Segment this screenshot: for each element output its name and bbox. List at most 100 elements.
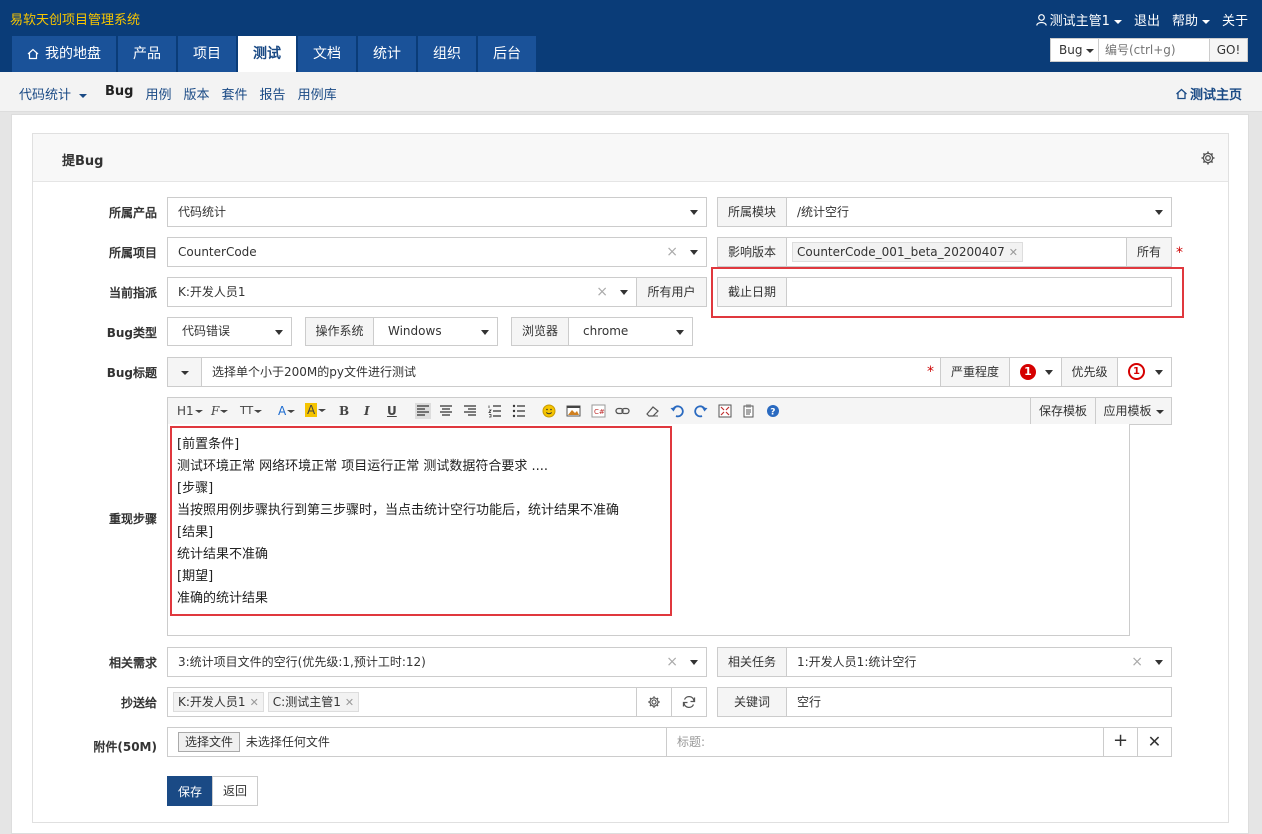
severity-select[interactable]: 1	[1009, 357, 1062, 387]
eraser-icon[interactable]	[645, 404, 660, 418]
remove-tag-icon[interactable]: ✕	[250, 696, 259, 709]
search-go-button[interactable]: GO!	[1209, 39, 1247, 61]
type-select[interactable]: 代码错误	[167, 317, 292, 346]
chevron-down-icon	[620, 290, 628, 295]
tab-my[interactable]: 我的地盘	[12, 36, 116, 72]
refresh-icon	[682, 695, 696, 709]
subnav-suite[interactable]: 套件	[222, 84, 248, 103]
clear-icon[interactable]: ×	[666, 648, 678, 676]
file-title-input[interactable]: 标题:	[666, 727, 1104, 757]
test-home-link[interactable]: 测试主页	[1175, 84, 1242, 103]
assign-label: 当前指派	[108, 286, 157, 300]
build-select[interactable]: CounterCode_001_beta_20200407 ✕	[786, 237, 1127, 267]
refresh-contacts-button[interactable]	[671, 687, 707, 717]
heading-button[interactable]: H1	[177, 404, 203, 418]
module-select[interactable]: /统计空行	[786, 197, 1172, 227]
font-family-button[interactable]: F	[211, 404, 229, 418]
all-users-button[interactable]: 所有用户	[636, 277, 707, 307]
clear-icon[interactable]: ×	[666, 238, 678, 266]
undo-icon[interactable]	[670, 404, 684, 418]
contacts-settings-button[interactable]	[636, 687, 672, 717]
help-menu[interactable]: 帮助	[1172, 10, 1210, 29]
chevron-down-icon	[676, 330, 684, 335]
story-select[interactable]: 3:统计项目文件的空行(优先级:1,预计工时:12) ×	[167, 647, 707, 677]
ordered-list-icon[interactable]	[488, 404, 502, 418]
tab-product[interactable]: 产品	[118, 36, 176, 72]
clear-icon[interactable]: ×	[596, 278, 608, 306]
all-builds-button[interactable]: 所有	[1126, 237, 1172, 267]
search-type-select[interactable]: Bug	[1051, 39, 1099, 61]
chevron-down-icon	[287, 410, 296, 413]
align-left-icon[interactable]	[415, 403, 431, 419]
align-right-icon[interactable]	[463, 404, 477, 418]
emoji-icon[interactable]	[542, 404, 556, 418]
tab-company[interactable]: 组织	[418, 36, 476, 72]
code-icon[interactable]: C#	[591, 404, 606, 418]
priority-badge: 1	[1128, 363, 1145, 380]
add-file-button[interactable]: +	[1103, 727, 1138, 757]
title-input[interactable]: 选择单个小于200M的py文件进行测试 *	[201, 357, 941, 387]
task-select[interactable]: 1:开发人员1:统计空行 ×	[786, 647, 1172, 677]
keywords-label: 关键词	[717, 687, 787, 717]
sub-nav-items: 代码统计 Bug 用例 版本 套件 报告 用例库	[19, 84, 337, 103]
underline-button[interactable]: U	[387, 404, 397, 418]
subnav-version[interactable]: 版本	[184, 84, 210, 103]
font-size-button[interactable]: TT	[240, 404, 263, 417]
keywords-input[interactable]: 空行	[786, 687, 1172, 717]
page-title: 提Bug	[62, 154, 104, 169]
save-button[interactable]: 保存	[167, 776, 213, 806]
gear-icon[interactable]	[1200, 150, 1216, 166]
remove-tag-icon[interactable]: ✕	[345, 696, 354, 709]
file-input: 选择文件 未选择任何文件	[167, 727, 667, 757]
product-switcher[interactable]: 代码统计	[19, 84, 88, 103]
align-center-icon[interactable]	[439, 404, 453, 418]
search-input[interactable]	[1099, 39, 1209, 61]
browser-select[interactable]: chrome	[568, 317, 693, 346]
choose-file-button[interactable]: 选择文件	[178, 732, 241, 752]
fullscreen-icon[interactable]	[718, 404, 732, 418]
project-select[interactable]: CounterCode ×	[167, 237, 707, 267]
chevron-down-icon	[690, 660, 698, 665]
font-color-icon[interactable]: A	[278, 404, 296, 418]
chevron-down-icon	[275, 330, 283, 335]
about-link[interactable]: 关于	[1222, 10, 1248, 29]
back-button[interactable]: 返回	[212, 776, 258, 806]
tab-doc[interactable]: 文档	[298, 36, 356, 72]
assign-select[interactable]: K:开发人员1 ×	[167, 277, 637, 307]
priority-select[interactable]: 1	[1117, 357, 1172, 387]
os-select[interactable]: Windows	[373, 317, 498, 346]
module-label: 所属模块	[717, 197, 787, 227]
remove-file-button[interactable]: ✕	[1137, 727, 1172, 757]
clear-icon[interactable]: ×	[1131, 648, 1143, 676]
chevron-down-icon	[690, 250, 698, 255]
paste-icon[interactable]	[742, 404, 756, 418]
link-icon[interactable]	[615, 404, 630, 418]
user-menu[interactable]: 测试主管1	[1035, 10, 1122, 29]
highlight-box-steps	[170, 426, 672, 616]
svg-text:?: ?	[770, 408, 775, 418]
redo-icon[interactable]	[694, 404, 708, 418]
italic-button[interactable]: I	[364, 404, 370, 418]
subnav-case[interactable]: 用例	[146, 84, 172, 103]
subnav-report[interactable]: 报告	[260, 84, 286, 103]
subnav-caselib[interactable]: 用例库	[298, 84, 337, 103]
remove-tag-icon[interactable]: ✕	[1009, 246, 1018, 259]
image-icon[interactable]	[566, 404, 581, 418]
required-mark: *	[927, 364, 934, 380]
apply-template-button[interactable]: 应用模板	[1095, 397, 1172, 425]
highlight-color-icon[interactable]: A	[305, 403, 327, 417]
unordered-list-icon[interactable]	[512, 404, 526, 418]
title-color-picker[interactable]	[167, 357, 202, 387]
help-icon[interactable]: ?	[766, 404, 780, 418]
tab-project[interactable]: 项目	[178, 36, 236, 72]
logout-link[interactable]: 退出	[1134, 10, 1160, 29]
mailto-select[interactable]: K:开发人员1 ✕ C:测试主管1 ✕	[167, 687, 637, 717]
tab-report[interactable]: 统计	[358, 36, 416, 72]
bold-button[interactable]: B	[339, 404, 349, 418]
product-select[interactable]: 代码统计	[167, 197, 707, 227]
tab-admin[interactable]: 后台	[478, 36, 536, 72]
save-template-button[interactable]: 保存模板	[1030, 397, 1096, 425]
tab-test[interactable]: 测试	[238, 36, 296, 72]
app-title: 易软天创项目管理系统	[10, 13, 141, 28]
subnav-bug[interactable]: Bug	[105, 84, 133, 103]
